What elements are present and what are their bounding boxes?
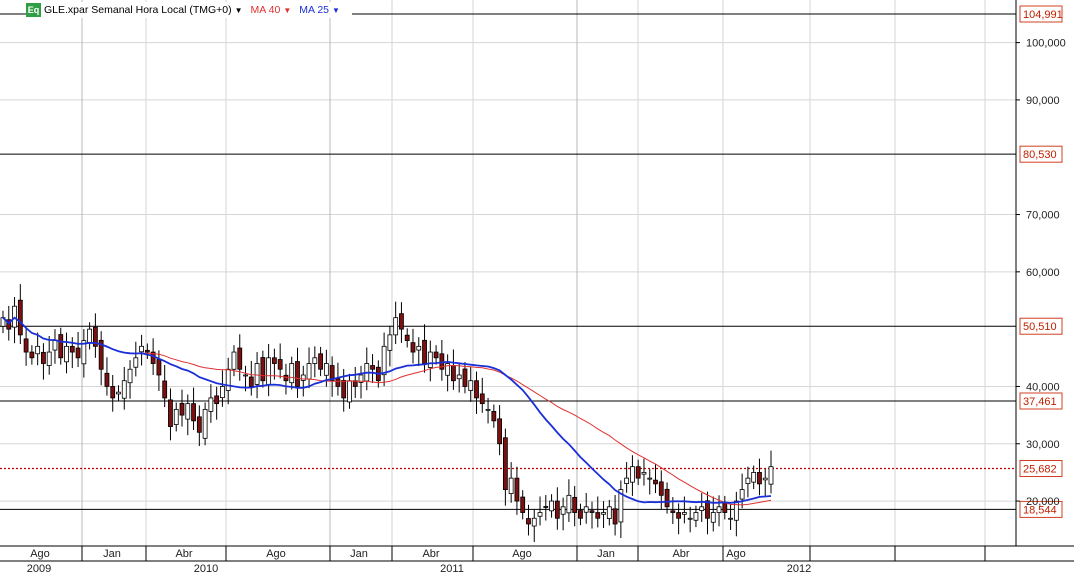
level-price-label: 37,461 bbox=[1023, 396, 1057, 408]
x-month-label: Abr bbox=[422, 548, 439, 560]
x-month-label: Jan bbox=[597, 548, 615, 560]
series-selector[interactable]: GLE.xpar Semanal Hora Local (TMG+0) ▼ bbox=[44, 4, 243, 16]
chevron-down-icon: ▼ bbox=[332, 6, 340, 15]
level-price-tag: 25,682 bbox=[1019, 460, 1063, 478]
chart-legend: Eq GLE.xpar Semanal Hora Local (TMG+0) ▼ … bbox=[26, 2, 352, 18]
y-tick-label: 60,000 bbox=[1026, 267, 1060, 279]
series-label: GLE.xpar Semanal Hora Local (TMG+0) bbox=[44, 4, 232, 16]
level-price-tag: 80,530 bbox=[1019, 145, 1063, 163]
y-tick-label: 100,000 bbox=[1026, 38, 1066, 50]
level-price-tag: 104,991 bbox=[1019, 5, 1063, 23]
x-month-label: Abr bbox=[672, 548, 689, 560]
level-price-label: 80,530 bbox=[1023, 149, 1057, 161]
time-axis[interactable]: Ago Jan Abr Ago Jan Abr Ago Jan Abr Ago 2009 2010 20… bbox=[0, 545, 1074, 576]
y-tick-label: 20,000 bbox=[1026, 496, 1060, 508]
candlestick-chart[interactable]: 104,99180,53050,51037,46125,68218,544 10… bbox=[0, 0, 1074, 576]
y-tick-label: 40,000 bbox=[1026, 381, 1060, 393]
y-tick-label: 90,000 bbox=[1026, 95, 1060, 107]
x-year-label: 2012 bbox=[787, 563, 811, 575]
level-price-label: 25,682 bbox=[1023, 464, 1057, 476]
ma40-selector[interactable]: MA 40 ▼ bbox=[251, 4, 292, 16]
chart-window: 104,991 80,530 50,510 37,461 25,682 18,544 10… bbox=[0, 0, 1074, 576]
ma25-selector[interactable]: MA 25 ▼ bbox=[299, 4, 340, 16]
x-year-label: 2010 bbox=[194, 563, 218, 575]
x-month-label: Jan bbox=[103, 548, 121, 560]
chart-background bbox=[0, 0, 1074, 576]
y-tick-label: 30,000 bbox=[1026, 439, 1060, 451]
y-tick-label: 70,000 bbox=[1026, 210, 1060, 222]
chevron-down-icon: ▼ bbox=[283, 6, 292, 15]
x-year-label: 2009 bbox=[27, 563, 51, 575]
ma40-label: MA 40 bbox=[250, 4, 281, 16]
level-price-label: 104,991 bbox=[1023, 9, 1063, 21]
equity-badge: Eq bbox=[26, 3, 41, 17]
x-month-label: Ago bbox=[266, 548, 286, 560]
x-month-label: Ago bbox=[726, 548, 746, 560]
level-price-tag: 37,461 bbox=[1019, 392, 1063, 410]
x-month-label: Ago bbox=[30, 548, 50, 560]
level-price-tag: 50,510 bbox=[1019, 317, 1063, 335]
chevron-down-icon: ▼ bbox=[234, 6, 243, 15]
x-year-label: 2011 bbox=[440, 563, 464, 575]
x-month-label: Abr bbox=[175, 548, 192, 560]
x-month-label: Jan bbox=[350, 548, 368, 560]
level-price-label: 50,510 bbox=[1023, 321, 1057, 333]
ma25-label: MA 25 bbox=[299, 4, 330, 16]
x-month-label: Ago bbox=[512, 548, 532, 560]
